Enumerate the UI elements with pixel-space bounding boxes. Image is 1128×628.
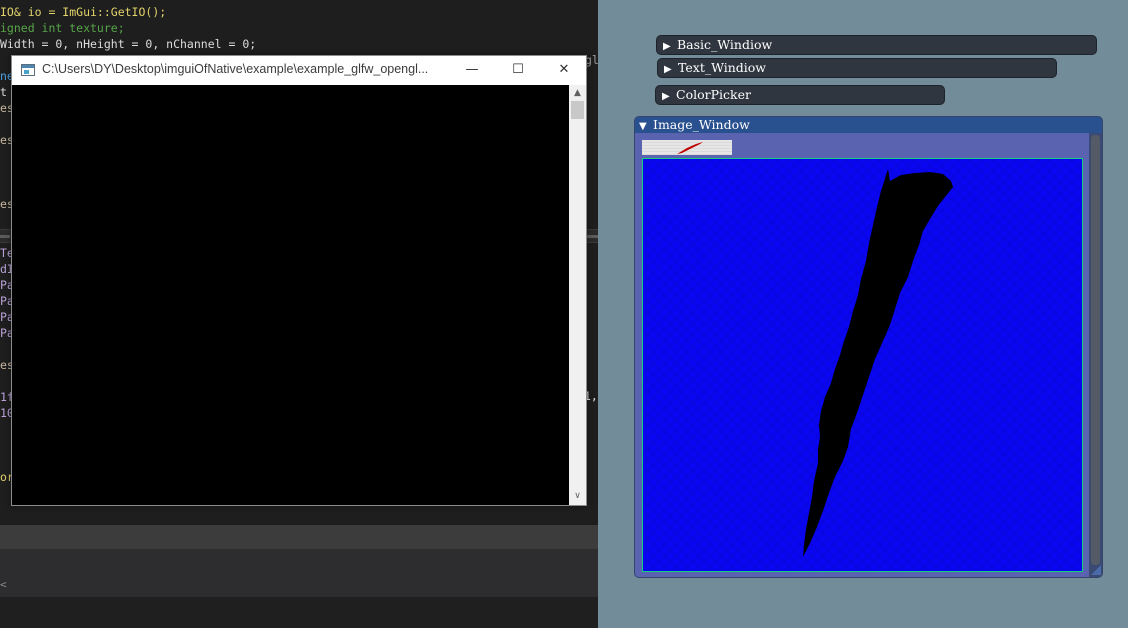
panel-chevron-icon[interactable]: < xyxy=(0,578,7,591)
window-title: Basic_Windiow xyxy=(677,37,773,52)
collapse-arrow-icon[interactable]: ▶ xyxy=(664,61,678,79)
resize-grip-icon[interactable] xyxy=(1091,565,1101,575)
collapse-arrow-icon[interactable]: ▶ xyxy=(662,88,676,106)
minimize-button[interactable]: — xyxy=(449,56,495,85)
code-line: Width = 0, nHeight = 0, nChannel = 0; xyxy=(0,37,257,51)
window-title: ColorPicker xyxy=(676,87,751,102)
code-line: t xyxy=(0,85,7,99)
console-output[interactable] xyxy=(12,85,569,505)
scroll-down-icon[interactable]: ∨ xyxy=(569,489,586,503)
code-line: IO& io = ImGui::GetIO(); xyxy=(0,5,167,19)
console-title-bar[interactable]: C:\Users\DY\Desktop\imguiOfNative\exampl… xyxy=(12,56,586,85)
console-title: C:\Users\DY\Desktop\imguiOfNative\exampl… xyxy=(42,62,429,76)
code-line: igned int texture; xyxy=(0,21,125,35)
basic-window-header[interactable]: ▶ Basic_Windiow xyxy=(656,35,1097,55)
image-canvas[interactable] xyxy=(642,158,1083,572)
image-window-title: Image_Window xyxy=(653,117,750,132)
close-button[interactable]: ✕ xyxy=(541,56,587,85)
window-title: Text_Windiow xyxy=(678,60,766,75)
maximize-button[interactable]: ☐ xyxy=(495,56,541,85)
bottom-panel-row xyxy=(0,549,598,597)
splitter-grip-left xyxy=(0,235,10,238)
console-window[interactable]: C:\Users\DY\Desktop\imguiOfNative\exampl… xyxy=(11,55,587,506)
scroll-thumb[interactable] xyxy=(571,101,584,119)
image-window-scroll-grab[interactable] xyxy=(1091,135,1100,565)
brush-stroke-image xyxy=(803,169,953,557)
bottom-panel-row-2 xyxy=(0,597,598,628)
image-thumbnail xyxy=(642,140,732,155)
colorpicker-window-header[interactable]: ▶ ColorPicker xyxy=(655,85,945,105)
console-app-icon xyxy=(21,64,35,76)
thumbnail-stroke xyxy=(677,142,703,154)
scroll-up-icon[interactable]: ▲ xyxy=(569,86,586,100)
text-window-header[interactable]: ▶ Text_Windiow xyxy=(657,58,1057,78)
collapse-arrow-icon[interactable]: ▶ xyxy=(663,38,677,56)
console-scrollbar[interactable]: ▲ ∨ xyxy=(569,85,586,505)
editor-status-bar xyxy=(0,525,598,549)
splitter-grip-right xyxy=(586,235,598,238)
image-window-title-bar[interactable]: ▼ Image_Window xyxy=(635,117,1102,133)
editor-bottom-panel: < xyxy=(0,549,598,628)
